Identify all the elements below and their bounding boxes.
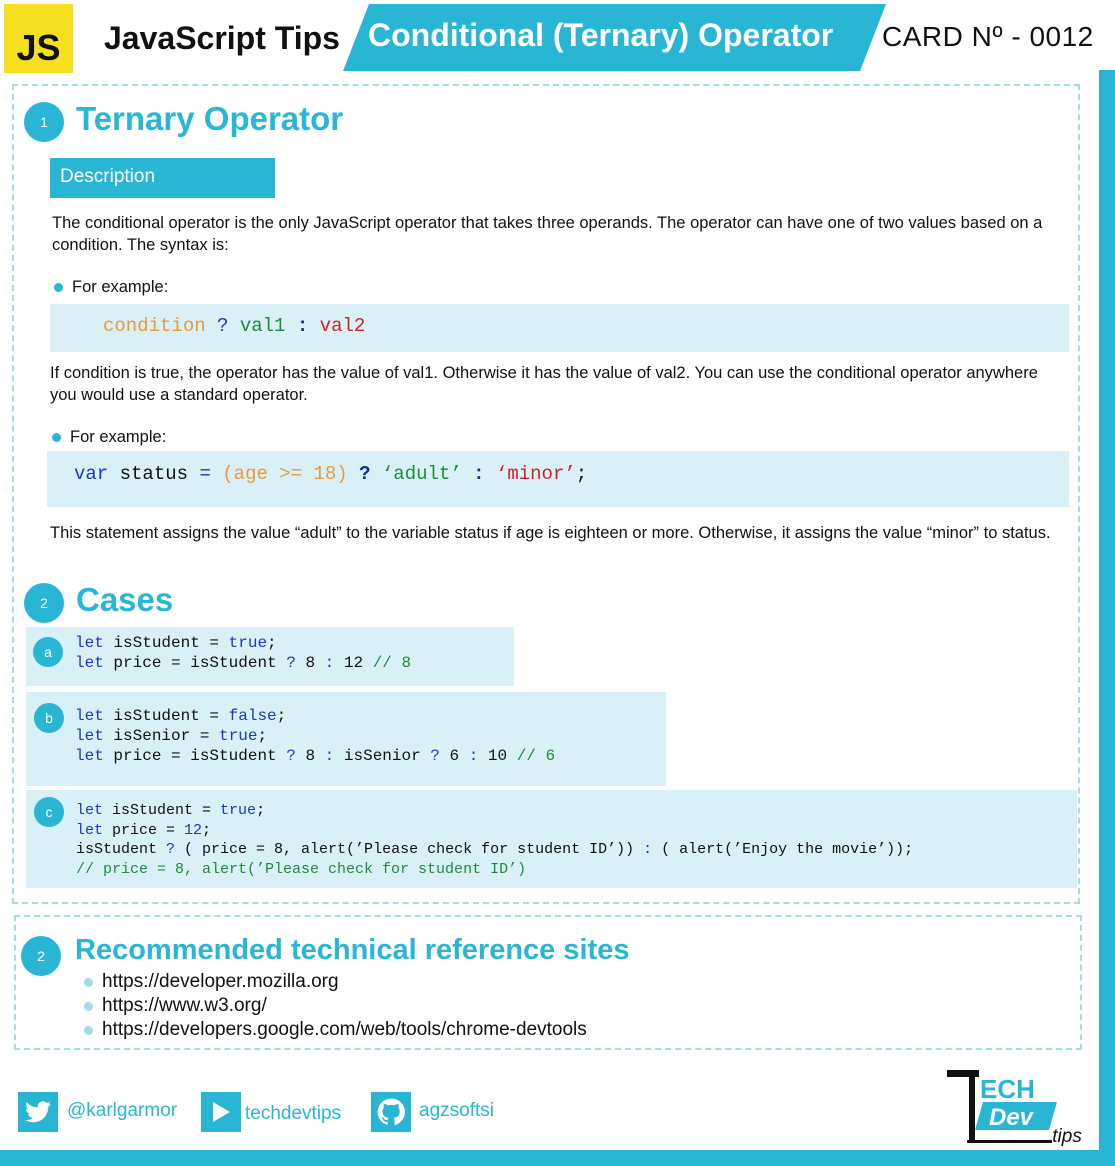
example-code-block: var status = (age >= 18) ? ‘adult’ : ‘mi… <box>47 451 1069 507</box>
case-b-marker: b <box>34 703 64 733</box>
techdev-tips-logo: ECH Dev .tips <box>945 1068 1090 1148</box>
example-label-1: For example: <box>54 278 168 297</box>
code-token: var <box>74 463 109 485</box>
code-token: : <box>473 463 485 485</box>
section-number-2: 2 <box>24 583 64 623</box>
case-b-code-block: let isStudent = false; let isSenior = tr… <box>26 692 666 786</box>
github-handle[interactable]: agzsoftsi <box>419 1100 494 1122</box>
code-token: ‘minor’ <box>495 463 576 485</box>
reference-link-w3[interactable]: https://www.w3.org/ <box>84 994 587 1018</box>
code-token: val2 <box>319 315 366 337</box>
summary-paragraph: This statement assigns the value “adult”… <box>50 524 1051 542</box>
code-token: ? <box>217 315 229 337</box>
topic-title: Conditional (Ternary) Operator <box>368 17 834 53</box>
case-c-code-block: let isStudent = true; let price = 12; is… <box>26 790 1077 888</box>
case-c-marker: c <box>34 797 64 827</box>
code-token: : <box>296 315 309 337</box>
code-token: status <box>119 463 189 485</box>
code-token: condition <box>103 315 206 337</box>
code-token: ‘adult’ <box>381 463 462 485</box>
youtube-channel[interactable]: techdevtips <box>245 1103 341 1125</box>
reference-link-mozilla[interactable]: https://developer.mozilla.org <box>84 970 587 994</box>
section-number-1: 1 <box>24 102 64 142</box>
section-title-references: Recommended technical reference sites <box>75 934 630 966</box>
syntax-code-block: condition ? val1 : val2 <box>50 304 1069 352</box>
code-token: ; <box>575 463 588 485</box>
description-label: Description <box>50 158 275 198</box>
intro-paragraph: The conditional operator is the only Jav… <box>52 214 1043 254</box>
twitter-icon[interactable] <box>18 1092 58 1132</box>
reference-link-devtools[interactable]: https://developers.google.com/web/tools/… <box>84 1018 587 1042</box>
logo-tech-text: ECH <box>980 1074 1035 1104</box>
series-title: JavaScript Tips <box>104 20 340 56</box>
youtube-play-icon[interactable] <box>201 1092 241 1132</box>
example-label-2: For example: <box>52 428 166 447</box>
logo-tips-text: .tips <box>1047 1126 1082 1147</box>
code-token: (age >= 18) <box>222 463 348 485</box>
github-icon[interactable] <box>371 1092 411 1132</box>
reference-list: https://developer.mozilla.org https://ww… <box>84 970 587 1042</box>
section-title-ternary: Ternary Operator <box>76 100 344 137</box>
section-title-cases: Cases <box>76 581 174 618</box>
case-a-code-block: let isStudent = true; let price = isStud… <box>26 627 514 686</box>
explanation-paragraph: If condition is true, the operator has t… <box>50 364 1038 404</box>
js-badge: JS <box>4 4 73 73</box>
frame-bottom-border <box>0 1150 1115 1166</box>
logo-dev-text: Dev <box>989 1104 1035 1131</box>
case-a-marker: a <box>33 637 63 667</box>
code-token: = <box>199 463 211 485</box>
code-token: val1 <box>239 315 286 337</box>
code-token: ? <box>359 463 371 485</box>
frame-right-border <box>1099 70 1115 1166</box>
twitter-handle[interactable]: @karlgarmor <box>67 1100 177 1122</box>
section-number-refs: 2 <box>21 936 61 976</box>
card-number: CARD Nº - 0012 <box>882 21 1094 52</box>
